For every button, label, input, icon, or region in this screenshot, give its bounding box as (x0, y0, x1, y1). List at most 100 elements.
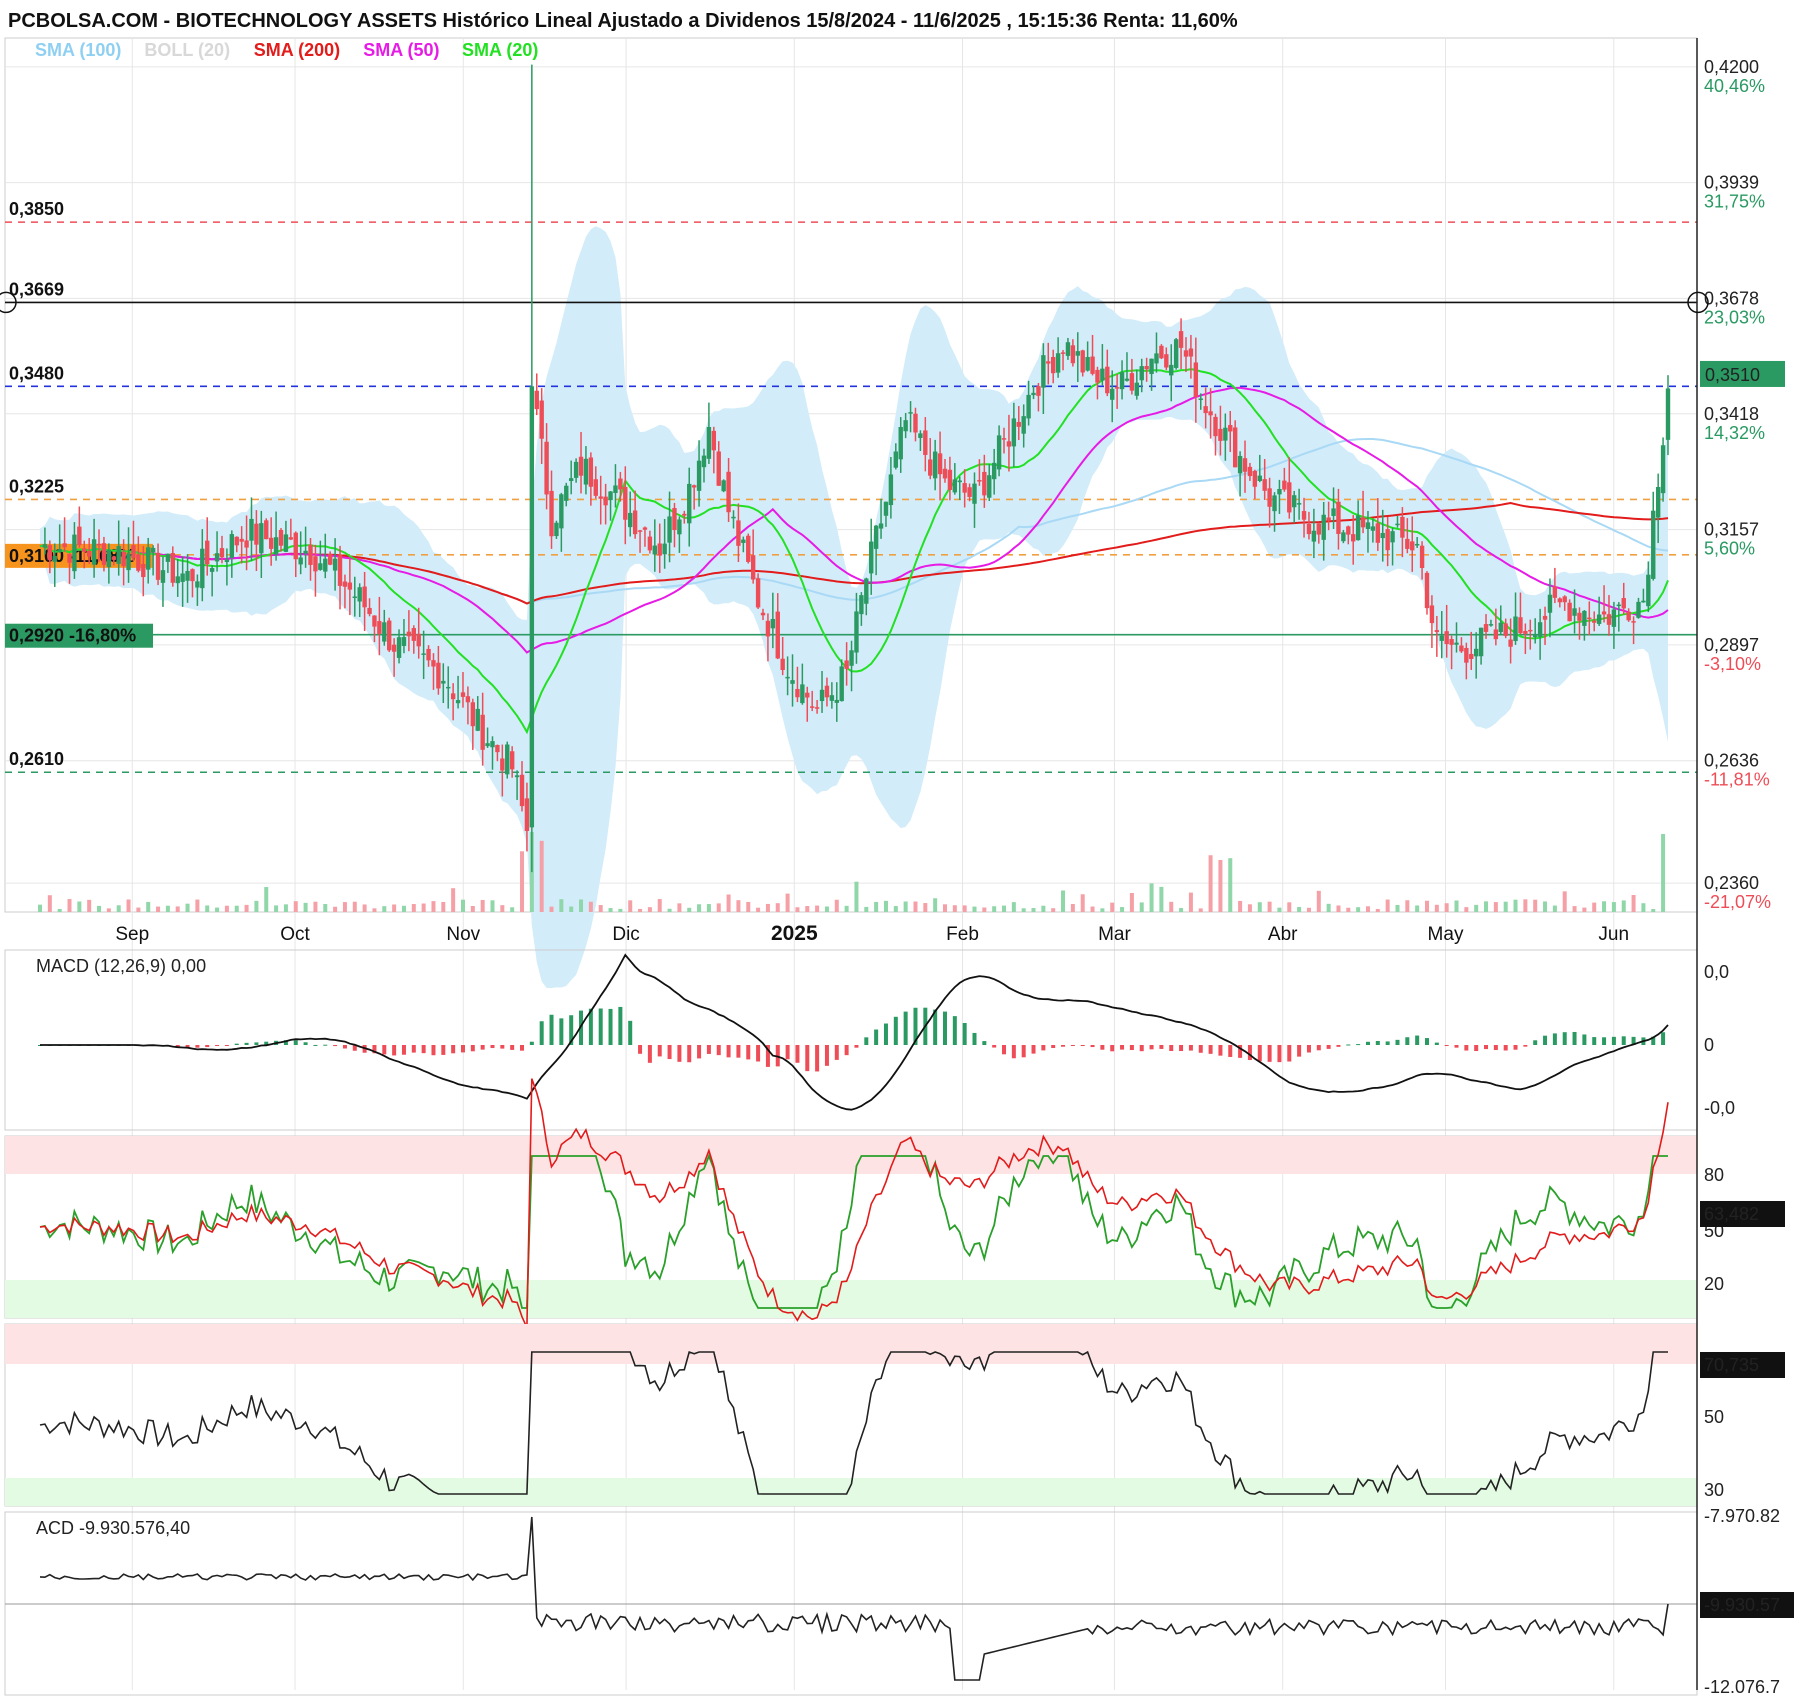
volume-bar (657, 899, 662, 912)
acd-axis-top: -7.970.82 (1704, 1506, 1780, 1526)
candle-body (785, 676, 790, 679)
candle-body (214, 553, 220, 562)
candle-body (1055, 353, 1061, 373)
volume-bar (224, 905, 229, 912)
macd-hist-bar (1326, 1045, 1331, 1049)
level-label-1: 0,3669 (9, 279, 64, 299)
volume-bar (1316, 890, 1321, 912)
candle-body (1601, 611, 1607, 615)
volume-bar (972, 906, 977, 912)
macd-hist-bar (1159, 1045, 1164, 1049)
volume-bar (244, 904, 249, 912)
volume-bar (283, 904, 288, 912)
macd-hist-bar (1464, 1045, 1469, 1051)
candle-body (1444, 631, 1449, 645)
macd-hist-bar (1602, 1037, 1607, 1045)
volume-bar (1011, 902, 1016, 912)
candle-body (1592, 620, 1597, 623)
candle-body (1282, 480, 1287, 490)
candle-body (1341, 532, 1346, 542)
candle (264, 518, 269, 540)
candle-body (824, 685, 830, 698)
candle-body (1459, 645, 1464, 652)
volume-bar (47, 895, 52, 912)
macd-hist-bar (224, 1045, 229, 1046)
volume-bar (697, 904, 702, 912)
candle-body (1562, 596, 1567, 603)
sto-oversold-zone (5, 1280, 1697, 1318)
candle-body (1129, 373, 1135, 391)
candle-body (505, 744, 510, 775)
candle-body (1203, 406, 1208, 414)
volume-bar (1464, 907, 1469, 912)
candle-body (1429, 605, 1435, 624)
candle-body (1262, 479, 1267, 491)
candle-body (1164, 354, 1169, 368)
macd-hist-bar (1247, 1045, 1252, 1061)
axis-pct-2: 23,03% (1704, 307, 1765, 327)
candle-body (805, 692, 810, 698)
candle-body (593, 479, 598, 496)
macd-hist-bar (1179, 1045, 1184, 1052)
candle-body (1085, 357, 1090, 371)
volume-bar (805, 906, 810, 912)
volume-bar (185, 903, 190, 912)
candle-body (47, 545, 53, 561)
volume-bar (883, 900, 888, 912)
volume-bar (165, 905, 170, 912)
volume-bar (1415, 905, 1420, 912)
candle-body (1036, 386, 1041, 396)
candle-body (116, 546, 121, 564)
macd-hist-bar (1484, 1045, 1489, 1050)
candle-body (377, 621, 382, 634)
candle-body (209, 568, 215, 572)
candle-body (96, 543, 102, 546)
candle-body (967, 487, 972, 497)
month-label-0: Sep (115, 924, 149, 945)
candle-body (1050, 356, 1056, 374)
candle-body (1173, 339, 1179, 368)
candle-body (421, 653, 426, 655)
chart-svg[interactable]: 0,3850 0,3669 0,3480 0,3225 0,3100 -11,68% 0,… (0, 0, 1794, 1701)
candle-body (878, 523, 884, 529)
rsi-overbought-zone (5, 1324, 1697, 1364)
volume-bar (539, 840, 544, 912)
volume-bar (1533, 899, 1538, 912)
candle-body (898, 427, 903, 460)
macd-hist-bar (1424, 1038, 1429, 1045)
volume-bar (1454, 900, 1459, 912)
macd-hist-bar (962, 1022, 967, 1045)
macd-hist-bar (1139, 1045, 1144, 1052)
candle-body (1080, 350, 1085, 373)
candle-body (790, 680, 795, 684)
volume-bar (1572, 906, 1577, 912)
candle-body (682, 513, 687, 516)
candle-body (396, 637, 402, 658)
candle-body (362, 586, 367, 608)
candle-body (347, 582, 353, 590)
candle-body (987, 475, 992, 498)
candle-body (1011, 418, 1017, 447)
candle-body (1596, 614, 1602, 624)
candle-body (1395, 523, 1400, 526)
candle-body (77, 526, 82, 546)
candle-body (583, 458, 589, 485)
macd-hist-bar (559, 1018, 564, 1045)
candle-body (323, 558, 328, 572)
month-label-4: 2025 (771, 922, 818, 945)
candle-body (1075, 351, 1080, 356)
candle-body (1410, 541, 1415, 551)
candle-body (1439, 635, 1444, 641)
candle-body (106, 550, 112, 568)
candle-body (746, 535, 751, 562)
macd-hist-bar (539, 1021, 544, 1045)
candle-body (1434, 630, 1440, 633)
volume-bar (1661, 834, 1666, 912)
macd-hist-bar (972, 1032, 977, 1045)
macd-hist-bar (677, 1045, 682, 1062)
candle-body (849, 650, 854, 666)
candle-body (155, 552, 161, 580)
volume-bar (903, 901, 908, 912)
candle-body (1360, 517, 1366, 528)
candle-body (696, 460, 702, 491)
